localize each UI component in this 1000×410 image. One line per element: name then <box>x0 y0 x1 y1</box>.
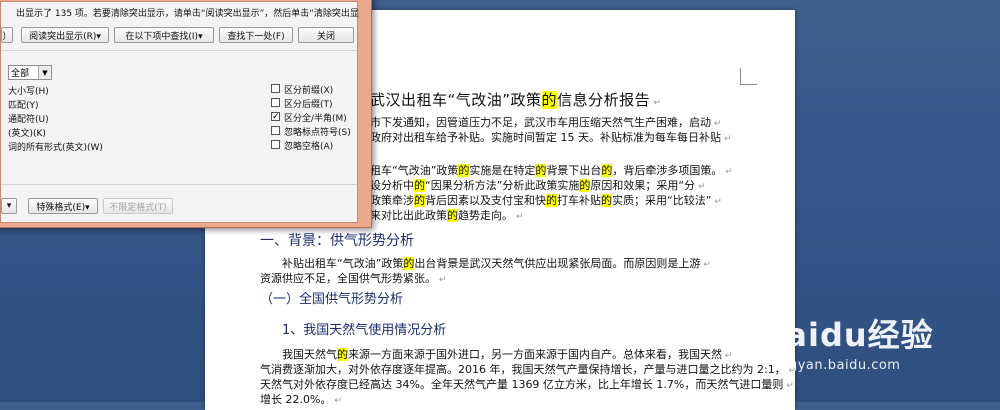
paragraph-line: 增长 22.0%。 ↵ <box>260 393 342 408</box>
paragraph-mark-icon: ↵ <box>711 119 722 129</box>
paragraph-mark-icon: ↵ <box>331 396 342 406</box>
text-run: 天然气对外依存度已经高达 34%。全年天然气产量 1369 亿立方米，比上年增长… <box>260 378 784 391</box>
highlighted-match: 的 <box>579 179 591 192</box>
intro-line: 市下发通知，因管道压力不足，武汉市车用压缩天然气生产困难，启动 ↵ <box>370 116 721 131</box>
checkbox-suffix[interactable] <box>271 98 280 107</box>
option-suffix[interactable]: 区分后缀(T) <box>284 97 333 110</box>
text-run: 租车“气改油”政策 <box>370 164 459 177</box>
option-ignore-punctuation[interactable]: 忽略标点符号(S) <box>284 125 351 138</box>
paragraph-line: 政策牵涉的背后因素以及支付宝和快的打车补贴的实质；采用“比较法” ↵ <box>370 194 722 209</box>
option-wildcards[interactable]: 通配符(U) <box>8 112 49 125</box>
no-formatting-button[interactable]: 不限定格式(T) <box>103 198 173 214</box>
close-button[interactable]: 关闭 <box>298 27 354 43</box>
paragraph-line: 资源供应不足，全国供气形势紧张。 ↵ <box>260 272 446 287</box>
option-prefix[interactable]: 区分前缀(X) <box>284 83 333 96</box>
text-run: 市下发通知，因管道压力不足，武汉市车用压缩天然气生产困难，启动 <box>370 116 711 129</box>
checkbox-prefix[interactable] <box>271 84 280 93</box>
find-result-message: 出显示了 135 项。若要清除突出显示，请单击“阅读突出显示”，然后单击“清除突… <box>16 9 359 19</box>
paragraph-line: 租车“气改油”政策的实施是在特定的背景下出台的，背后牵涉多项国策。 ↵ <box>370 164 733 179</box>
margin-corner-mark <box>740 68 757 85</box>
paragraph-mark-icon: ↵ <box>436 275 447 285</box>
text-run: 来对比出此政策 <box>370 209 447 222</box>
paragraph-line: 我国天然气的来源一方面来源于国外进口，另一方面来源于国内自产。总体来看，我国天然… <box>282 348 732 363</box>
highlighted-match: 的 <box>414 194 425 207</box>
paragraph-mark-icon: ↵ <box>783 381 794 391</box>
text-run: 来源一方面来源于国外进口，另一方面来源于国内自产。总体来看，我国天然 <box>348 348 722 361</box>
divider <box>1 50 357 51</box>
format-dropdown-button[interactable]: ▾ <box>1 198 17 214</box>
paragraph-mark-icon: ↵ <box>695 182 706 192</box>
option-full-half-width[interactable]: 区分全/半角(M) <box>284 111 347 124</box>
text-run: 趋势走向。 <box>458 209 513 222</box>
paragraph-mark-icon: ↵ <box>700 260 711 270</box>
document-title: 武汉出租车“气改油”政策的信息分析报告 ↵ <box>370 91 662 110</box>
text-run: “因果分析方法”分析此政策实施 <box>425 179 580 192</box>
text-run: 背后因素以及支付宝和快 <box>425 194 546 207</box>
text-run: 政府对出租车给予补贴。实施时间暂定 15 天。补贴标准为每车每日补贴 <box>370 131 721 144</box>
highlighted-match: 的 <box>414 179 425 192</box>
paragraph-mark-icon: ↵ <box>650 98 662 108</box>
checkbox-full-half-width[interactable]: ✓ <box>271 112 280 122</box>
text-run: 设分析中 <box>370 179 414 192</box>
heading-usage-analysis: 1、我国天然气使用情况分析 <box>282 323 447 338</box>
option-match-case[interactable]: 大小写(H) <box>8 84 49 97</box>
heading-national-supply: （一）全国供气形势分析 <box>260 292 404 307</box>
less-button[interactable]: ） <box>1 27 13 43</box>
divider <box>1 184 357 185</box>
paragraph-mark-icon: ↵ <box>711 197 722 207</box>
baidu-jingyan-watermark: Baidu经验 jingyan.baidu.com <box>760 310 934 373</box>
paragraph-line: 来对比出此政策的趋势走向。 ↵ <box>370 209 523 224</box>
paragraph-line: 天然气对外依存度已经高达 34%。全年天然气产量 1369 亿立方米，比上年增长… <box>260 378 794 393</box>
highlighted-match: 的 <box>458 164 470 177</box>
reading-highlight-button[interactable]: 阅读突出显示(R)▾ <box>21 27 109 43</box>
highlighted-match: 的 <box>403 257 415 270</box>
text-run: 增长 22.0%。 <box>260 393 332 406</box>
option-sounds-like[interactable]: (英文)(K) <box>8 126 46 139</box>
heading-background: 一、背景：供气形势分析 <box>260 233 414 249</box>
special-format-button[interactable]: 特殊格式(E)▾ <box>28 198 98 214</box>
paragraph-line: 气消费逐渐加大，对外依存度逐年提高。2016 年，我国天然气产量保持增长，产量与… <box>260 363 796 378</box>
paragraph-mark-icon: ↵ <box>513 212 524 222</box>
option-whole-word[interactable]: 匹配(Y) <box>8 98 39 111</box>
text-run: 实施是在特定 <box>469 164 536 177</box>
highlighted-match: 的 <box>601 164 613 177</box>
highlighted-match: 的 <box>535 164 547 177</box>
highlighted-match: 的 <box>541 91 558 109</box>
intro-line: 政府对出租车给予补贴。实施时间暂定 15 天。补贴标准为每车每日补贴 ↵ <box>370 131 731 146</box>
paragraph-mark-icon: ↵ <box>722 351 733 361</box>
paragraph-line: 补贴出租车“气改油”政策的出台背景是武汉天然气供应出现紧张局面。而原因则是上游 … <box>282 257 711 272</box>
text-run: 打车补贴 <box>557 194 601 207</box>
option-ignore-space[interactable]: 忽略空格(A) <box>284 139 333 152</box>
paragraph-mark-icon: ↵ <box>721 134 732 144</box>
find-in-button[interactable]: 在以下项中查找(I)▾ <box>114 27 214 43</box>
text-run: 信息分析报告 <box>557 91 651 109</box>
highlighted-match: 的 <box>601 194 612 207</box>
watermark-url: jingyan.baidu.com <box>772 358 901 373</box>
highlighted-match: 的 <box>546 194 557 207</box>
find-next-button[interactable]: 查找下一处(F) <box>219 27 293 43</box>
checkbox-ignore-space[interactable] <box>271 140 280 149</box>
highlighted-match: 的 <box>447 209 458 222</box>
text-run: 气消费逐渐加大，对外依存度逐年提高。2016 年，我国天然气产量保持增长，产量与… <box>260 363 786 376</box>
find-replace-dialog: 出显示了 135 项。若要清除突出显示，请单击“阅读突出显示”，然后单击“清除突… <box>0 0 372 228</box>
text-run: ，背后牵涉多项国策。 <box>612 164 723 177</box>
paragraph-line: 设分析中的“因果分析方法”分析此政策实施的原因和效果；采用“分 ↵ <box>370 179 706 194</box>
option-all-word-forms[interactable]: 词的所有形式(英文)(W) <box>8 140 103 153</box>
text-run: 原因和效果；采用“分 <box>590 179 696 192</box>
text-run: 背景下出台 <box>546 164 602 177</box>
chevron-down-icon: ▼ <box>38 66 51 79</box>
search-direction-select[interactable]: 全部 ▼ <box>8 65 52 80</box>
text-run: 实质；采用“比较法” <box>612 194 712 207</box>
text-run: 出台背景是武汉天然气供应出现紧张局面。而原因则是上游 <box>414 257 701 270</box>
text-run: 资源供应不足，全国供气形势紧张。 <box>260 272 436 285</box>
paragraph-mark-icon: ↵ <box>722 167 733 177</box>
highlighted-match: 的 <box>337 348 348 361</box>
text-run: 补贴出租车“气改油”政策 <box>282 257 404 270</box>
text-run: 政策牵涉 <box>370 194 414 207</box>
baidu-logo: Baidu经验 <box>760 316 934 354</box>
checkbox-ignore-punctuation[interactable] <box>271 126 280 135</box>
dialog-body: 出显示了 135 项。若要清除突出显示，请单击“阅读突出显示”，然后单击“清除突… <box>0 1 359 223</box>
text-run: 武汉出租车“气改油”政策 <box>370 91 542 109</box>
text-run: 我国天然气 <box>282 348 337 361</box>
